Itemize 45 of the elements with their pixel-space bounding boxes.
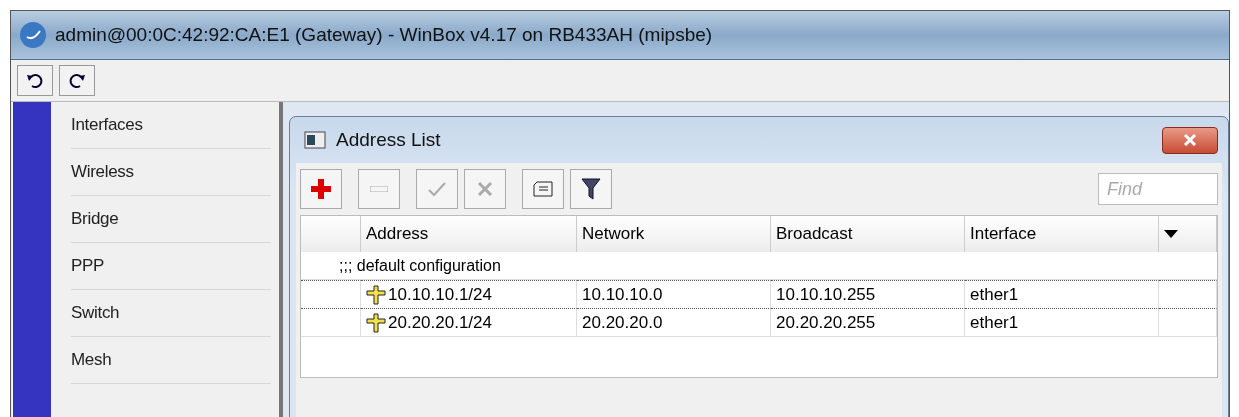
filter-icon [581, 177, 601, 201]
filter-button[interactable] [570, 169, 612, 209]
cross-icon [476, 180, 494, 198]
close-button[interactable] [1162, 126, 1218, 154]
table-cell [1159, 309, 1217, 337]
table-cell: 20.20.20.0 [577, 309, 771, 337]
column-header[interactable]: Network [577, 216, 771, 252]
window-icon [304, 131, 326, 149]
sidebar-item[interactable]: Mesh [71, 337, 271, 384]
table-cell [1159, 280, 1217, 309]
table-cell: 10.10.10.1/24 [361, 280, 577, 309]
undo-icon [26, 72, 44, 89]
add-button[interactable] [300, 169, 342, 209]
sidebar-item[interactable]: Bridge [71, 196, 271, 243]
comment-text: ;;; default configuration [301, 252, 1217, 280]
sidebar-item[interactable]: Interfaces [71, 102, 271, 149]
table-cell: ether1 [965, 280, 1159, 309]
table-cell: 10.10.10.0 [577, 280, 771, 309]
table-cell: 20.20.20.255 [771, 309, 965, 337]
column-header[interactable]: Broadcast [771, 216, 965, 252]
close-icon [1183, 134, 1197, 146]
app-logo-icon [19, 21, 47, 49]
column-header[interactable]: Interface [965, 216, 1159, 252]
table-cell: ether1 [965, 309, 1159, 337]
redo-icon [68, 72, 86, 89]
minus-icon [370, 186, 388, 192]
comment-button[interactable] [522, 169, 564, 209]
redo-button[interactable] [59, 65, 95, 96]
check-icon [427, 180, 447, 198]
window-title: Address List [336, 129, 442, 151]
sidebar-item[interactable]: Switch [71, 290, 271, 337]
plus-icon [310, 178, 332, 200]
column-header[interactable]: Address [361, 216, 577, 252]
column-menu-button[interactable] [1159, 216, 1217, 252]
window-title: admin@00:0C:42:92:CA:E1 (Gateway) - WinBox v4.17 on RB433AH (mipsbe) [55, 24, 713, 46]
sidebar-item[interactable]: PPP [71, 243, 271, 290]
address-icon [366, 284, 386, 305]
table-cell: 10.10.10.255 [771, 280, 965, 309]
note-icon [533, 181, 553, 197]
table-cell: 20.20.20.1/24 [361, 309, 577, 337]
dropdown-icon [1164, 230, 1178, 238]
undo-button[interactable] [17, 65, 53, 96]
find-field[interactable]: Find [1098, 173, 1218, 205]
sidebar-item[interactable]: Wireless [71, 149, 271, 196]
address-icon [366, 312, 386, 333]
